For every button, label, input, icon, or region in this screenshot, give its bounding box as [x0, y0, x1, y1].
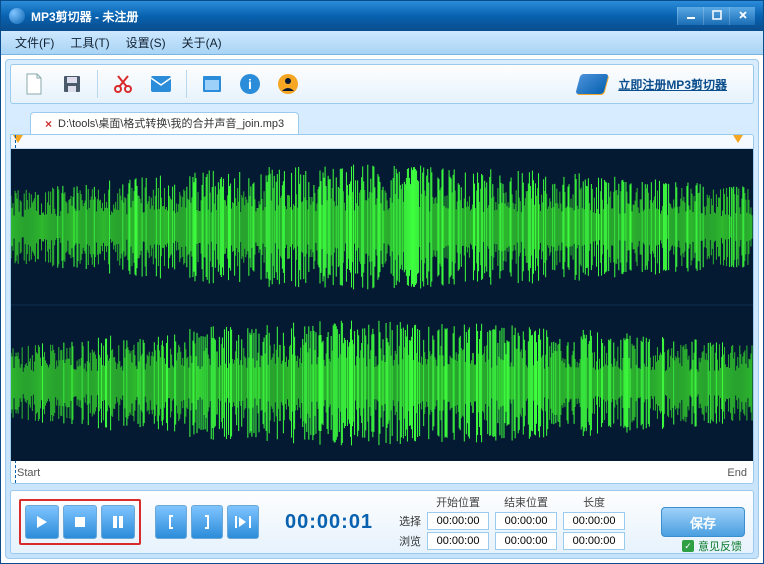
- col-length-header: 长度: [563, 494, 625, 510]
- wave-labels: Start End: [17, 467, 747, 479]
- browse-end-input[interactable]: [495, 532, 557, 550]
- register-card-icon: [576, 74, 609, 94]
- col-end-header: 结束位置: [495, 494, 557, 510]
- waveform-panel: Start End: [10, 134, 754, 484]
- minimize-button[interactable]: [677, 7, 703, 25]
- select-length-input[interactable]: [563, 512, 625, 530]
- play-button[interactable]: [25, 505, 59, 539]
- play-selection-button[interactable]: [227, 505, 259, 539]
- cut-button[interactable]: [106, 67, 140, 101]
- window-controls: [677, 7, 755, 25]
- select-start-input[interactable]: [427, 512, 489, 530]
- set-start-button[interactable]: [155, 505, 187, 539]
- end-label: End: [727, 467, 747, 479]
- set-end-button[interactable]: [191, 505, 223, 539]
- col-start-header: 开始位置: [427, 494, 489, 510]
- save-file-button[interactable]: [55, 67, 89, 101]
- start-label: Start: [17, 467, 40, 479]
- menu-tools[interactable]: 工具(T): [62, 32, 117, 53]
- close-button[interactable]: [729, 7, 755, 25]
- menu-settings[interactable]: 设置(S): [118, 32, 174, 53]
- separator: [97, 70, 98, 98]
- window-tile-button[interactable]: [195, 67, 229, 101]
- menubar: 文件(F) 工具(T) 设置(S) 关于(A): [1, 31, 763, 55]
- bracket-group: [155, 505, 259, 539]
- tab-row: × D:\tools\桌面\格式转换\我的合并声音_join.mp3: [10, 110, 754, 134]
- titlebar: MP3剪切器 - 未注册: [1, 1, 763, 31]
- tab-close-icon[interactable]: ×: [45, 113, 52, 135]
- tab-label: D:\tools\桌面\格式转换\我的合并声音_join.mp3: [58, 113, 284, 135]
- browse-length-input[interactable]: [563, 532, 625, 550]
- row-select-label: 选择: [399, 513, 421, 529]
- control-bar: 00:00:01 开始位置 结束位置 长度 选择 浏览 保存: [10, 490, 754, 554]
- position-grid: 开始位置 结束位置 长度 选择 浏览: [399, 494, 625, 550]
- waveform-display[interactable]: [11, 149, 753, 461]
- app-icon: [9, 8, 25, 24]
- stop-button[interactable]: [63, 505, 97, 539]
- select-end-input[interactable]: [495, 512, 557, 530]
- info-button[interactable]: i: [233, 67, 267, 101]
- separator: [186, 70, 187, 98]
- email-button[interactable]: [144, 67, 178, 101]
- row-browse-label: 浏览: [399, 533, 421, 549]
- app-window: MP3剪切器 - 未注册 文件(F) 工具(T) 设置(S) 关于(A) i 立…: [0, 0, 764, 564]
- toolbar: i 立即注册MP3剪切器: [10, 64, 754, 104]
- file-tab[interactable]: × D:\tools\桌面\格式转换\我的合并声音_join.mp3: [30, 112, 299, 134]
- maximize-button[interactable]: [703, 7, 729, 25]
- time-display: 00:00:01: [285, 511, 373, 534]
- ruler[interactable]: [11, 135, 753, 149]
- playback-group: [19, 499, 141, 545]
- feedback-label: 意见反馈: [698, 538, 742, 554]
- toolbar-right: 立即注册MP3剪切器: [578, 74, 747, 94]
- new-file-button[interactable]: [17, 67, 51, 101]
- user-button[interactable]: [271, 67, 305, 101]
- svg-text:i: i: [248, 76, 252, 92]
- window-title: MP3剪切器 - 未注册: [31, 8, 138, 25]
- browse-start-input[interactable]: [427, 532, 489, 550]
- pause-button[interactable]: [101, 505, 135, 539]
- end-marker-icon[interactable]: [733, 135, 743, 143]
- menu-file[interactable]: 文件(F): [7, 32, 62, 53]
- feedback-link[interactable]: ✓ 意见反馈: [682, 538, 742, 554]
- save-button[interactable]: 保存: [661, 507, 745, 537]
- feedback-icon: ✓: [682, 540, 694, 552]
- register-link[interactable]: 立即注册MP3剪切器: [618, 76, 727, 93]
- menu-about[interactable]: 关于(A): [174, 32, 230, 53]
- content-area: i 立即注册MP3剪切器 × D:\tools\桌面\格式转换\我的合并声音_j…: [5, 59, 759, 559]
